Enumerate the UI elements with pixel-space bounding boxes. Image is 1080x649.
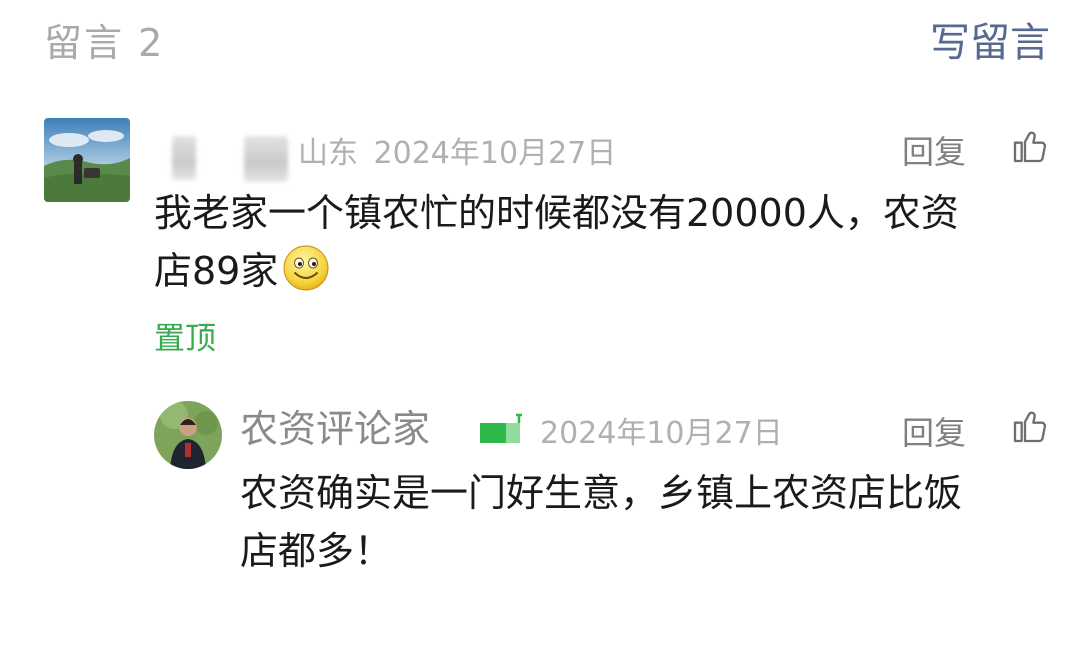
reply-author-name[interactable]: 农资评论家 <box>240 398 430 453</box>
comment-location: 山东 <box>298 136 358 171</box>
reply-text-line2: 店都多！ <box>240 529 393 573</box>
comment-count: 留言 2 <box>44 21 165 65</box>
reply-reply-button[interactable]: 回复 <box>902 408 966 454</box>
reply-author-avatar[interactable] <box>154 401 222 469</box>
avatar-landscape-image <box>44 118 130 202</box>
thumbs-up-icon[interactable] <box>1010 406 1050 446</box>
commenter-name-blurred-2 <box>244 136 288 182</box>
comment-text-line2-wrap: 店89家 <box>154 242 959 300</box>
comment-location-date: 山东 2024年10月27日 <box>298 128 616 172</box>
write-comment-button[interactable]: 写留言 <box>930 10 1050 68</box>
pinned-label: 置顶 <box>154 321 216 357</box>
reply-text: 农资确实是一门好生意，乡镇上农资店比饭 店都多！ <box>240 464 962 580</box>
commenter-name-blurred <box>172 136 196 180</box>
smile-emoji-icon <box>283 245 329 291</box>
comment-text-line2: 店89家 <box>154 249 279 293</box>
reply-date: 2024年10月27日 <box>540 416 783 451</box>
commenter-avatar[interactable] <box>44 118 130 202</box>
reply-text-line1: 农资确实是一门好生意，乡镇上农资店比饭 <box>240 471 963 515</box>
comment-date: 2024年10月27日 <box>373 136 617 171</box>
thumbs-up-icon[interactable] <box>1010 126 1050 166</box>
comments-panel: 留言 2 写留言 山东 2024年10月27日 回复 我老家一个镇农忙的时候都没… <box>0 0 1080 649</box>
comment-text-line1: 我老家一个镇农忙的时候都没有20000人，农资 <box>154 191 959 235</box>
comment-text: 我老家一个镇农忙的时候都没有20000人，农资 店89家 <box>154 184 959 300</box>
author-badge-icon <box>480 413 522 443</box>
avatar-person-image <box>154 401 222 469</box>
comment-reply-button[interactable]: 回复 <box>902 127 966 173</box>
